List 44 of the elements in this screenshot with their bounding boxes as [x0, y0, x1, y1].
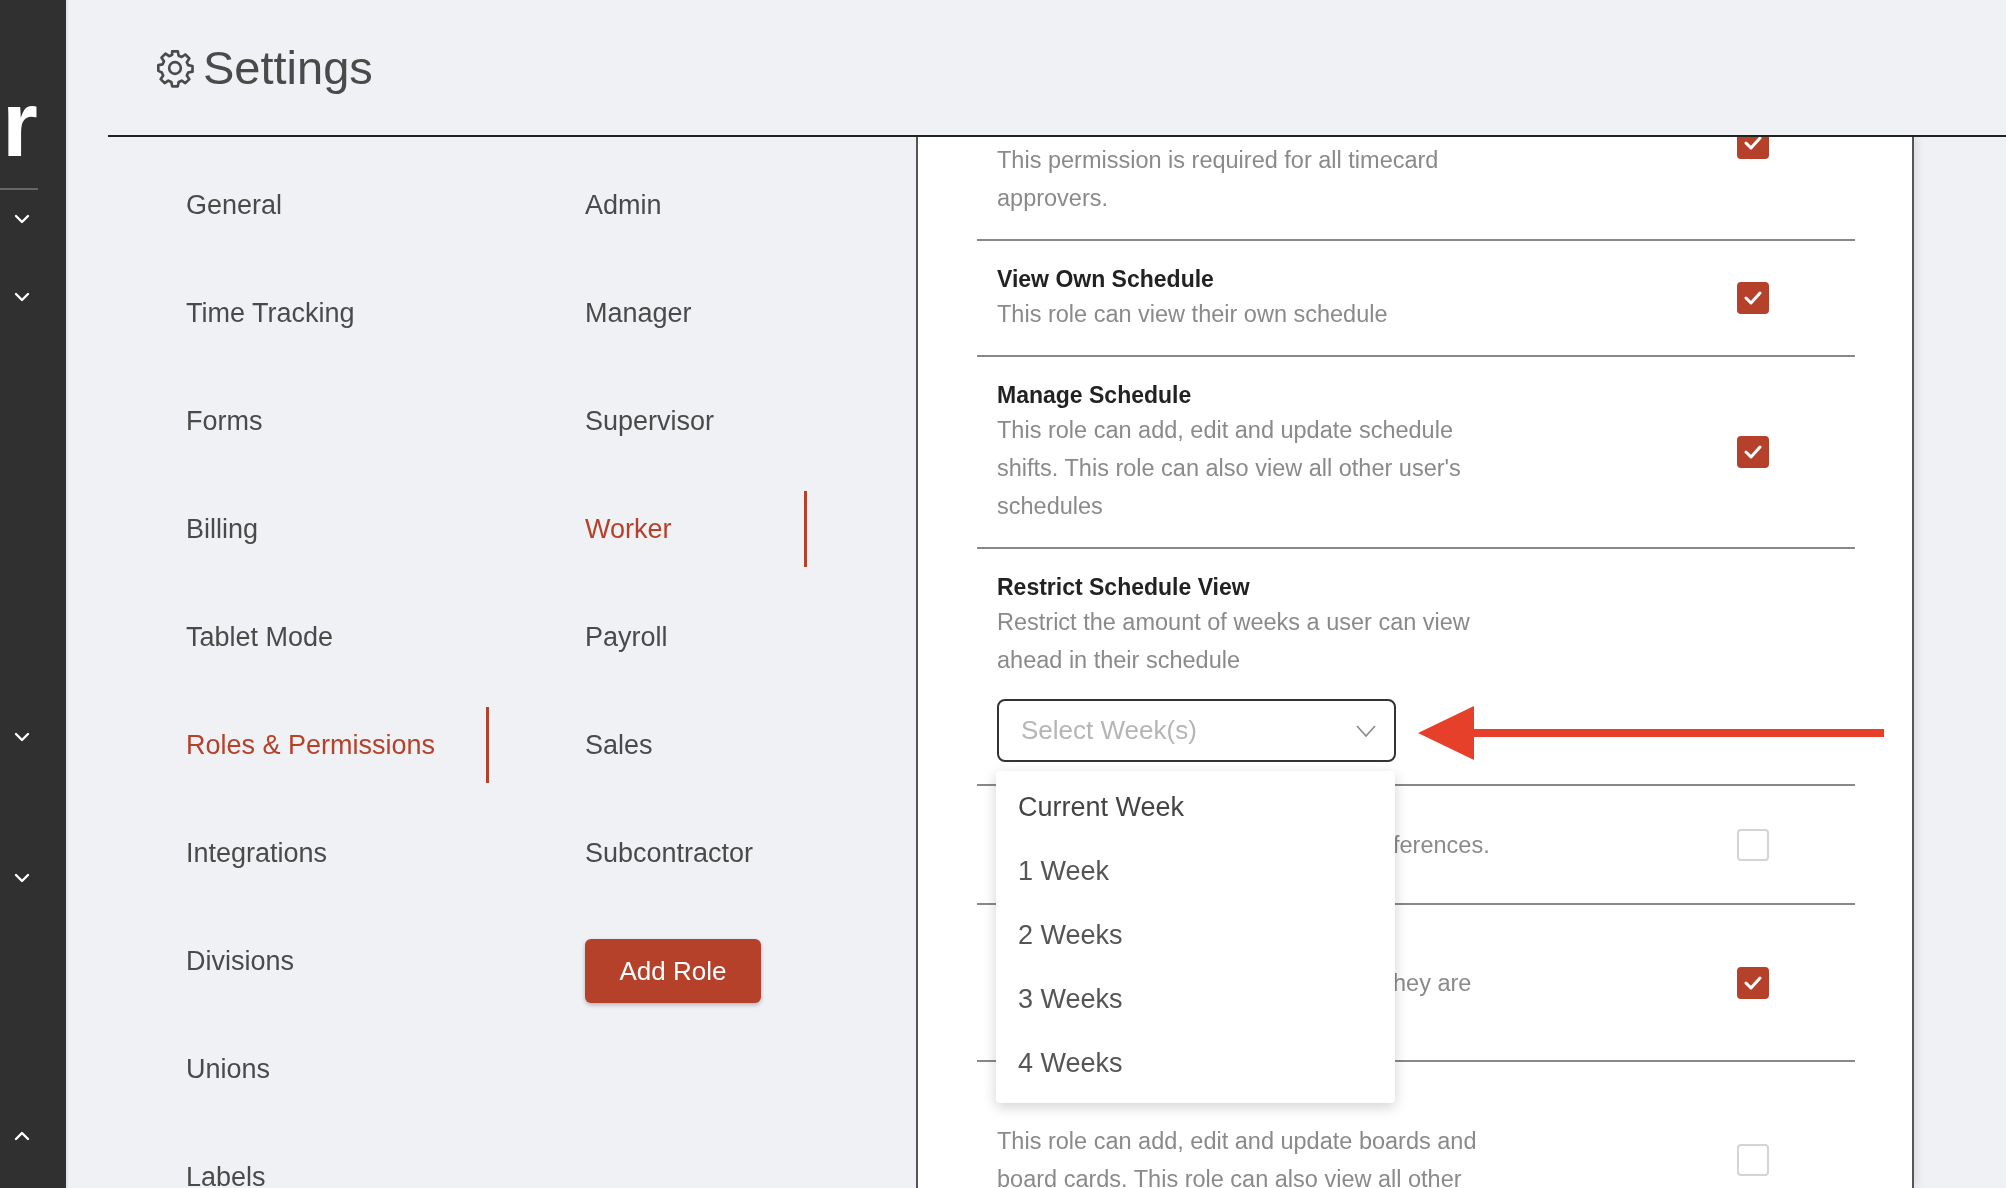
- dropdown-option[interactable]: 4 Weeks: [996, 1031, 1395, 1095]
- permission-title: View Own Schedule: [997, 265, 1215, 294]
- checkbox[interactable]: [1737, 966, 1769, 999]
- checkbox[interactable]: [1737, 436, 1769, 468]
- checkmark-icon: [1744, 137, 1762, 150]
- dropdown-option[interactable]: Current Week: [996, 775, 1395, 839]
- settings-nav-item[interactable]: Divisions: [186, 923, 489, 999]
- permission-description: ferences.: [1393, 830, 1490, 860]
- settings-nav-item[interactable]: Integrations: [186, 815, 489, 891]
- logo-letter: r: [2, 78, 38, 170]
- settings-nav-item[interactable]: Manager: [585, 275, 807, 351]
- permission-title: Manage Schedule: [997, 381, 1193, 410]
- permission-title: Restrict Schedule View: [997, 573, 1251, 602]
- settings-nav-item[interactable]: Billing: [186, 491, 489, 567]
- permission-description: This role can add, edit and update boards and board cards. This role can also view all other: [997, 1127, 1478, 1188]
- settings-nav-item[interactable]: Unions: [186, 1031, 489, 1107]
- page-title: Settings: [203, 40, 373, 95]
- permission-description: This role can add, edit and update schedule shifts. This role can also view all other user's schedules: [997, 416, 1462, 521]
- chevron-down-icon: [1356, 724, 1376, 737]
- dropdown-option[interactable]: 1 Week: [996, 839, 1395, 903]
- settings-nav-item[interactable]: Sales: [585, 707, 807, 783]
- dropdown-option[interactable]: 3 Weeks: [996, 967, 1395, 1031]
- settings-nav-item[interactable]: Admin: [585, 167, 807, 243]
- settings-nav-item[interactable]: Forms: [186, 383, 489, 459]
- permission-description: This permission is required for all timecard approvers.: [997, 146, 1440, 213]
- dropdown-option[interactable]: 2 Weeks: [996, 903, 1395, 967]
- settings-nav-item[interactable]: Worker: [585, 491, 807, 567]
- checkbox[interactable]: [1737, 282, 1769, 314]
- settings-nav-item[interactable]: Supervisor: [585, 383, 807, 459]
- settings-nav-item[interactable]: Labels: [186, 1139, 489, 1188]
- checkmark-icon: [1744, 445, 1762, 459]
- settings-nav-item[interactable]: Time Tracking: [186, 275, 489, 351]
- add-role-button[interactable]: Add Role: [585, 939, 761, 1003]
- settings-nav-item[interactable]: General: [186, 167, 489, 243]
- checkmark-icon: [1744, 291, 1762, 305]
- settings-nav-item[interactable]: Roles & Permissions: [186, 707, 489, 783]
- permission-description: hey are: [1393, 968, 1472, 998]
- settings-nav-item[interactable]: Tablet Mode: [186, 599, 489, 675]
- settings-icon: [155, 47, 195, 88]
- checkmark-icon: [1744, 975, 1762, 990]
- permission-description: This role can view their own schedule: [997, 300, 1389, 329]
- permission-description: Restrict the amount of weeks a user can view ahead in their schedule: [997, 608, 1471, 675]
- settings-nav-item[interactable]: Subcontractor: [585, 815, 807, 891]
- settings-nav-item[interactable]: Payroll: [585, 599, 807, 675]
